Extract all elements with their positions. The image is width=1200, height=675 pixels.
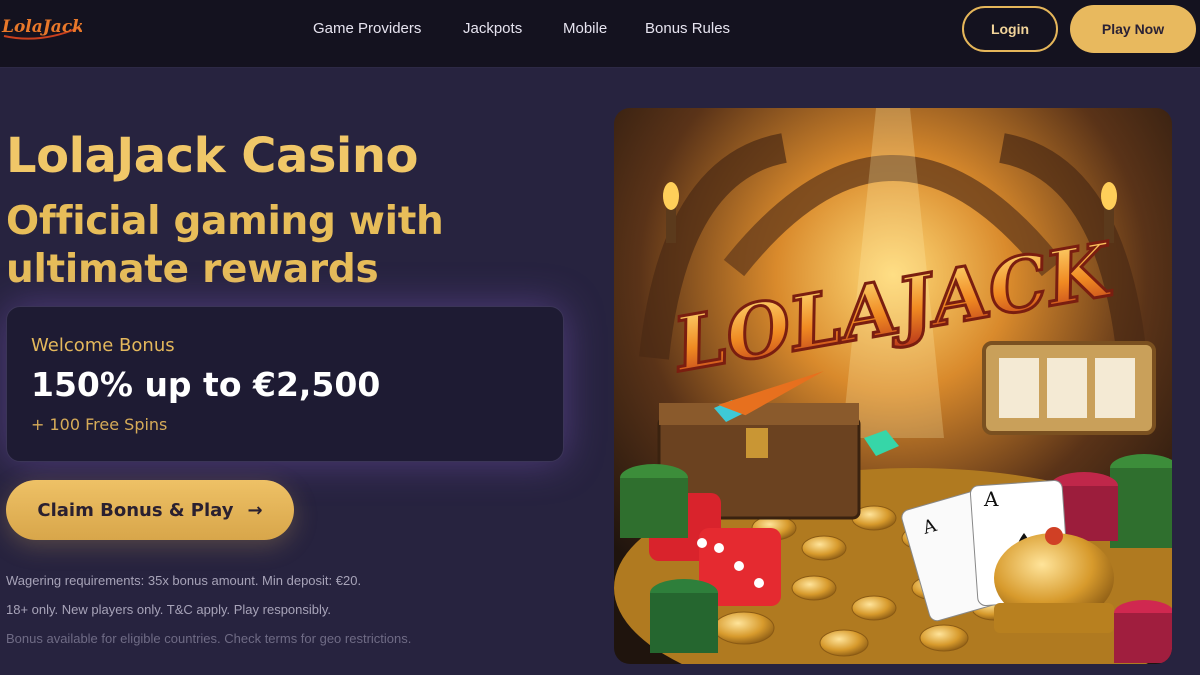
page-title: LolaJack Casino <box>6 128 419 184</box>
slot-machine-icon <box>982 341 1156 435</box>
treasure-illustration: A A LOLAJACK <box>614 108 1172 664</box>
welcome-bonus-card: Welcome Bonus 150% up to €2,500 + 100 Fr… <box>6 306 564 462</box>
claim-bonus-button[interactable]: Claim Bonus & Play → <box>6 480 294 540</box>
nav-jackpots[interactable]: Jackpots <box>463 20 522 37</box>
arrow-right-icon: → <box>247 499 263 521</box>
nav-mobile[interactable]: Mobile <box>563 20 607 37</box>
card-rank-right: A <box>983 487 999 511</box>
wagering-note: Wagering requirements: 35x bonus amount.… <box>6 573 362 588</box>
geo-note: Bonus available for eligible countries. … <box>6 631 412 646</box>
claim-bonus-label: Claim Bonus & Play <box>37 499 234 521</box>
page-subtitle: Official gaming with ultimate rewards <box>6 199 444 292</box>
bonus-free-spins: + 100 Free Spins <box>31 415 168 434</box>
nav-bonus-rules[interactable]: Bonus Rules <box>645 20 730 37</box>
bonus-label: Welcome Bonus <box>31 335 175 356</box>
nav-game-providers[interactable]: Game Providers <box>313 20 421 37</box>
hero-artwork: A A LOLAJACK <box>614 108 1172 664</box>
site-header: LolaJack Game Providers Jackpots Mobile … <box>0 0 1200 68</box>
age-note: 18+ only. New players only. T&C apply. P… <box>6 602 332 617</box>
play-now-button[interactable]: Play Now <box>1070 5 1196 53</box>
login-button[interactable]: Login <box>962 6 1058 52</box>
bonus-amount: 150% up to €2,500 <box>31 365 381 404</box>
